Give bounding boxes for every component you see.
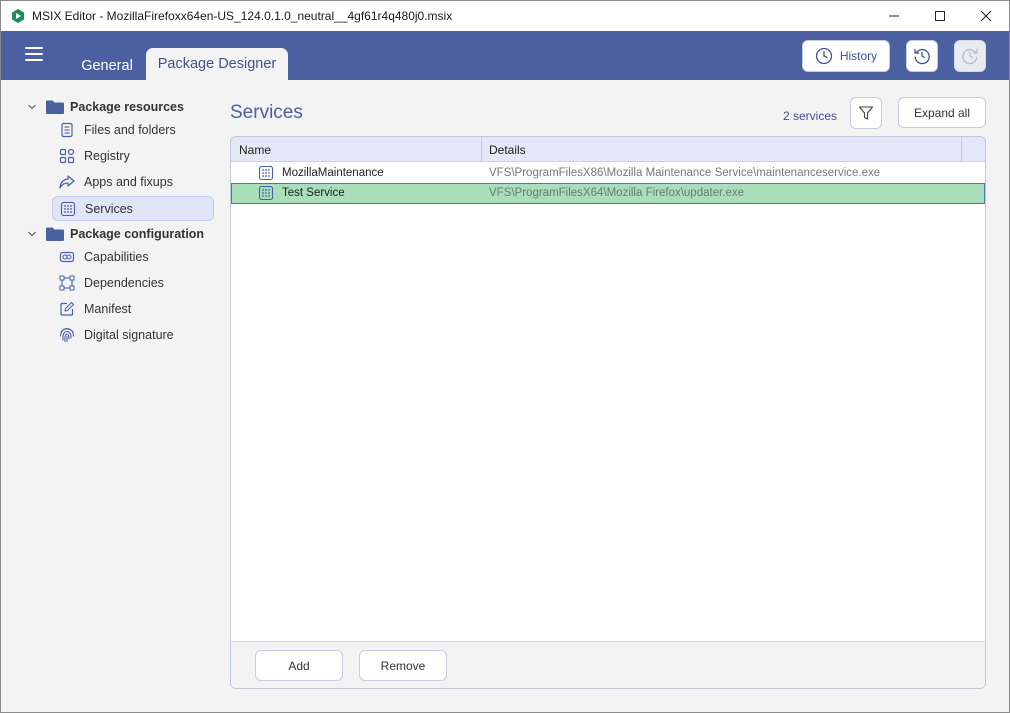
sidebar-item-capabilities[interactable]: Capabilities: [52, 244, 214, 269]
title-bar[interactable]: MSIX Editor - MozillaFirefoxx64en-US_124…: [1, 1, 1009, 31]
column-resize-handle[interactable]: [961, 137, 962, 162]
services-grid-icon: [258, 185, 274, 201]
sidebar-item-label: Files and folders: [84, 122, 176, 137]
registry-icon: [58, 147, 76, 165]
sidebar-item-dependencies[interactable]: Dependencies: [52, 270, 214, 295]
column-resize-handle[interactable]: [481, 137, 482, 162]
sidebar-item-label: Services: [85, 201, 133, 216]
maximize-button[interactable]: [917, 1, 963, 31]
remove-button[interactable]: Remove: [359, 650, 447, 681]
sidebar-item-manifest[interactable]: Manifest: [52, 296, 214, 321]
filter-icon: [858, 106, 874, 120]
undo-history-icon: [914, 48, 930, 65]
sidebar-item-label: Capabilities: [84, 249, 149, 264]
expand-all-button[interactable]: Expand all: [898, 97, 986, 128]
sidebar-item-apps-and-fixups[interactable]: Apps and fixups: [52, 169, 214, 194]
msix-logo-icon: [10, 8, 26, 24]
sidebar-item-label: Dependencies: [84, 275, 164, 290]
sidebar-item-files-and-folders[interactable]: Files and folders: [52, 117, 214, 142]
capabilities-icon: [58, 248, 76, 266]
share-arrow-icon: [58, 173, 76, 191]
tree-group-package-configuration[interactable]: Package configuration: [25, 223, 204, 245]
chevron-down-icon[interactable]: [25, 229, 39, 239]
close-icon: [980, 10, 992, 22]
window-title: MSIX Editor - MozillaFirefoxx64en-US_124…: [32, 9, 453, 23]
manifest-edit-icon: [58, 300, 76, 318]
file-icon: [58, 121, 76, 139]
row-details-cell: VFS\ProgramFilesX64\Mozilla Firefox\upda…: [489, 187, 745, 199]
minimize-button[interactable]: [871, 1, 917, 31]
minimize-icon: [889, 15, 899, 17]
tab-general[interactable]: General: [71, 50, 143, 82]
tree-group-label: Package configuration: [70, 227, 205, 241]
filter-button[interactable]: [850, 97, 882, 129]
table-row[interactable]: MozillaMaintenance VFS\ProgramFilesX86\M…: [231, 163, 985, 184]
folder-icon: [45, 99, 65, 115]
services-grid-icon: [258, 165, 274, 181]
maximize-icon: [935, 11, 945, 21]
redo-history-icon: [962, 48, 978, 65]
column-header-name[interactable]: Name: [239, 143, 271, 157]
app-header: General Package Designer History: [1, 31, 1009, 80]
app-window: MSIX Editor - MozillaFirefoxx64en-US_124…: [0, 0, 1010, 713]
services-count: 2 services: [783, 109, 838, 123]
sidebar-item-label: Digital signature: [84, 327, 174, 342]
close-window-button[interactable]: [963, 1, 1009, 31]
folder-icon: [45, 226, 65, 242]
row-name-cell: Test Service: [282, 187, 345, 199]
tree-group-package-resources[interactable]: Package resources: [25, 96, 184, 118]
sidebar-item-digital-signature[interactable]: Digital signature: [52, 322, 214, 347]
sidebar-item-registry[interactable]: Registry: [52, 143, 214, 168]
row-name-cell: MozillaMaintenance: [282, 167, 384, 179]
page-title: Services: [230, 102, 303, 123]
column-header-details[interactable]: Details: [489, 143, 526, 157]
grid-header: Name Details: [231, 137, 985, 162]
redo-button[interactable]: [954, 40, 986, 72]
sidebar-item-label: Registry: [84, 148, 130, 163]
history-label: History: [839, 49, 878, 63]
grid-footer: Add Remove: [231, 641, 985, 688]
table-row[interactable]: Test Service VFS\ProgramFilesX64\Mozilla…: [231, 183, 985, 204]
add-button[interactable]: Add: [255, 650, 343, 681]
row-details-cell: VFS\ProgramFilesX86\Mozilla Maintenance …: [489, 167, 881, 179]
undo-button[interactable]: [906, 40, 938, 72]
sidebar-item-label: Manifest: [84, 301, 132, 316]
fingerprint-icon: [58, 326, 76, 344]
tree-group-label: Package resources: [70, 100, 184, 114]
dependencies-icon: [58, 274, 76, 292]
services-grid: Name Details MozillaMaintenance VFS\Prog…: [230, 136, 986, 689]
clock-icon: [815, 47, 832, 65]
sidebar-item-services[interactable]: Services: [52, 196, 214, 221]
sidebar-item-label: Apps and fixups: [84, 174, 173, 189]
chevron-down-icon[interactable]: [25, 102, 39, 112]
hamburger-menu-icon[interactable]: [25, 47, 43, 61]
sidebar-tree: Package resources Files and folders Regi…: [1, 80, 221, 712]
history-button[interactable]: History: [802, 40, 890, 72]
services-grid-icon: [59, 200, 77, 218]
tab-package-designer[interactable]: Package Designer: [146, 48, 288, 80]
